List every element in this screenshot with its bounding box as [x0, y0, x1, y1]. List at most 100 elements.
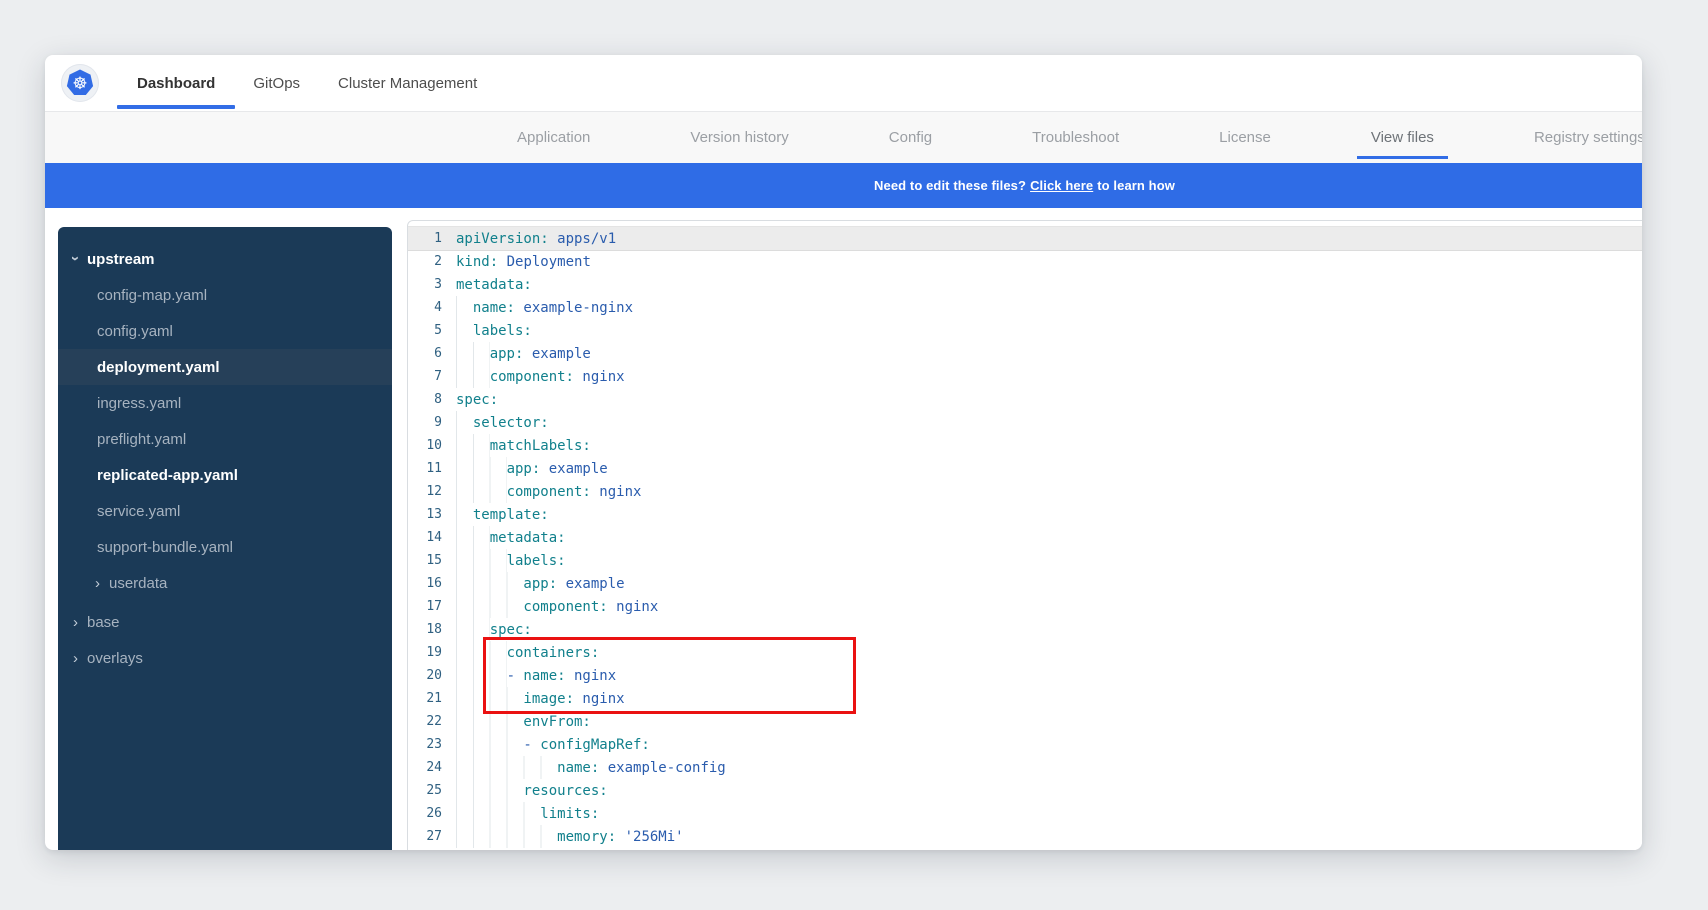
tab-troubleshoot[interactable]: Troubleshoot: [1032, 112, 1119, 163]
tree-item-label: upstream: [87, 251, 155, 268]
code-line-18: 18spec:: [408, 618, 1642, 641]
indent-guides: [456, 319, 473, 342]
code-content: app: example: [456, 572, 625, 595]
tree-item-label: support-bundle.yaml: [97, 539, 233, 556]
line-number: 8: [408, 392, 456, 407]
code-content: name: example-nginx: [456, 296, 633, 319]
tree-file-config-map-yaml[interactable]: config-map.yaml: [58, 277, 392, 313]
code-content: image: nginx: [456, 687, 625, 710]
line-number: 13: [408, 507, 456, 522]
yaml-file-viewer[interactable]: 1apiVersion: apps/v12kind: Deployment3me…: [407, 220, 1642, 850]
line-number: 6: [408, 346, 456, 361]
tree-item-label: userdata: [109, 575, 167, 592]
tree-folder-userdata[interactable]: › userdata: [58, 565, 392, 601]
code-content: memory: '256Mi': [456, 825, 684, 848]
code-content: - name: nginx: [456, 664, 616, 687]
tree-folder-upstream[interactable]: › upstream: [58, 241, 392, 277]
code-content: kind: Deployment: [456, 250, 591, 273]
tree-file-ingress-yaml[interactable]: ingress.yaml: [58, 385, 392, 421]
code-line-12: 12component: nginx: [408, 480, 1642, 503]
banner-text-after: to learn how: [1097, 178, 1175, 193]
line-number: 14: [408, 530, 456, 545]
tab-registry-settings[interactable]: Registry settings: [1534, 112, 1642, 163]
code-content: labels:: [456, 319, 532, 342]
tab-config[interactable]: Config: [889, 112, 932, 163]
code-line-8: 8spec:: [408, 388, 1642, 411]
topnav-tab-cluster-management[interactable]: Cluster Management: [338, 55, 477, 111]
code-line-6: 6app: example: [408, 342, 1642, 365]
code-content: metadata:: [456, 273, 532, 296]
topnav-tabs: Dashboard GitOps Cluster Management: [137, 55, 477, 111]
tree-file-preflight-yaml[interactable]: preflight.yaml: [58, 421, 392, 457]
tab-application[interactable]: Application: [517, 112, 590, 163]
topnav-tab-dashboard[interactable]: Dashboard: [137, 55, 215, 111]
code-content: limits:: [456, 802, 599, 825]
line-number: 17: [408, 599, 456, 614]
banner-click-here-link[interactable]: Click here: [1030, 178, 1093, 193]
code-line-17: 17component: nginx: [408, 595, 1642, 618]
code-line-27: 27memory: '256Mi': [408, 825, 1642, 848]
code-line-9: 9selector:: [408, 411, 1642, 434]
banner-text: Need to edit these files? Click here to …: [407, 163, 1642, 208]
line-number: 26: [408, 806, 456, 821]
tree-file-replicated-app-yaml[interactable]: replicated-app.yaml: [58, 457, 392, 493]
tab-license[interactable]: License: [1219, 112, 1271, 163]
code-content: app: example: [456, 457, 608, 480]
line-number: 21: [408, 691, 456, 706]
indent-guides: [456, 457, 507, 480]
chevron-down-icon: ›: [68, 256, 83, 261]
code-line-14: 14metadata:: [408, 526, 1642, 549]
topnav-tab-gitops[interactable]: GitOps: [253, 55, 300, 111]
indent-guides: [456, 503, 473, 526]
file-tree-sidebar: › upstream config-map.yamlconfig.yamldeplo…: [58, 227, 392, 850]
code-line-26: 26limits:: [408, 802, 1642, 825]
code-line-16: 16app: example: [408, 572, 1642, 595]
indent-guides: [456, 549, 507, 572]
code-line-21: 21image: nginx: [408, 687, 1642, 710]
tree-file-deployment-yaml[interactable]: deployment.yaml: [58, 349, 392, 385]
tree-item-label: replicated-app.yaml: [97, 467, 238, 484]
page-background: ☸ Dashboard GitOps Cluster Management Appl…: [0, 0, 1708, 910]
indent-guides: [456, 618, 490, 641]
line-number: 23: [408, 737, 456, 752]
indent-guides: [456, 779, 523, 802]
line-number: 9: [408, 415, 456, 430]
code-content: resources:: [456, 779, 608, 802]
indent-guides: [456, 641, 507, 664]
code-content: metadata:: [456, 526, 566, 549]
tree-file-service-yaml[interactable]: service.yaml: [58, 493, 392, 529]
indent-guides: [456, 802, 540, 825]
kubernetes-logo[interactable]: ☸: [61, 64, 99, 102]
tab-view-files[interactable]: View files: [1371, 112, 1434, 163]
tree-folder-base[interactable]: ›base: [58, 604, 392, 640]
tree-file-support-bundle-yaml[interactable]: support-bundle.yaml: [58, 529, 392, 565]
line-number: 12: [408, 484, 456, 499]
indent-guides: [456, 296, 473, 319]
indent-guides: [456, 572, 523, 595]
tab-version-history[interactable]: Version history: [690, 112, 788, 163]
chevron-right-icon: ›: [73, 651, 78, 666]
indent-guides: [456, 411, 473, 434]
code-line-3: 3metadata:: [408, 273, 1642, 296]
tree-folder-overlays[interactable]: ›overlays: [58, 640, 392, 676]
indent-guides: [456, 756, 557, 779]
chevron-right-icon: ›: [95, 576, 100, 591]
line-number: 16: [408, 576, 456, 591]
code-line-7: 7component: nginx: [408, 365, 1642, 388]
code-content: component: nginx: [456, 480, 641, 503]
code-line-24: 24name: example-config: [408, 756, 1642, 779]
code-content: app: example: [456, 342, 591, 365]
code-content: selector:: [456, 411, 549, 434]
indent-guides: [456, 825, 557, 848]
code-line-22: 22envFrom:: [408, 710, 1642, 733]
code-line-1: 1apiVersion: apps/v1: [408, 227, 1642, 250]
code-line-19: 19containers:: [408, 641, 1642, 664]
chevron-right-icon: ›: [73, 615, 78, 630]
indent-guides: [456, 733, 523, 756]
code-content: - configMapRef:: [456, 733, 650, 756]
tree-file-config-yaml[interactable]: config.yaml: [58, 313, 392, 349]
tree-item-label: preflight.yaml: [97, 431, 186, 448]
line-number: 20: [408, 668, 456, 683]
code-line-25: 25resources:: [408, 779, 1642, 802]
indent-guides: [456, 342, 490, 365]
